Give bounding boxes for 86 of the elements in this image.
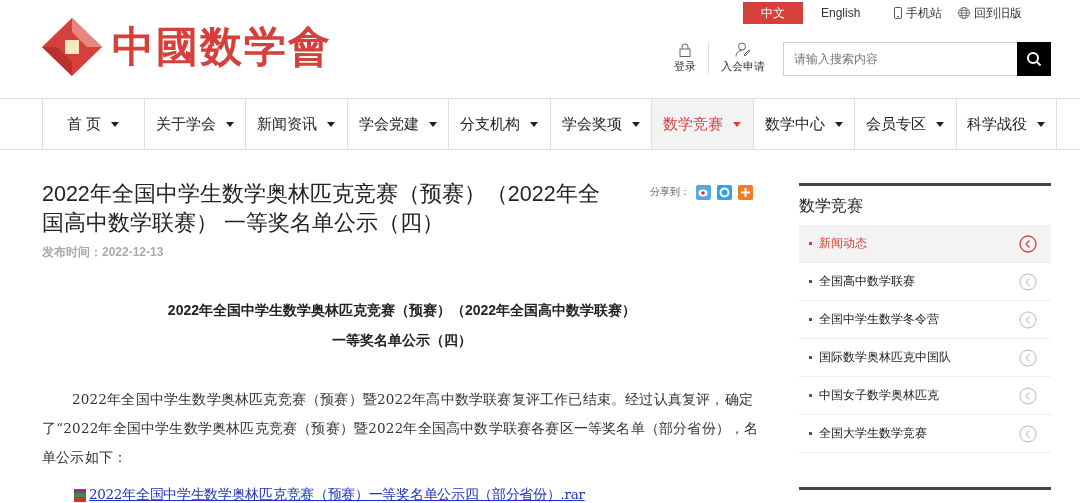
bullet-icon [809,394,812,397]
sidebar-item[interactable]: 全国大学生数学竞赛 [799,415,1051,453]
nav-tab[interactable]: 分支机构 [448,99,550,149]
language-tab[interactable]: 中文 [743,2,803,24]
sidebar-item[interactable]: 全国高中数学联赛 [799,263,1051,301]
top-link[interactable]: 手机站 [894,4,943,22]
search-button[interactable] [1017,42,1051,76]
ring-icon [719,186,730,198]
arrow-circle-icon [1019,424,1037,443]
share-button[interactable] [717,184,732,200]
arrow-circle-icon [1019,272,1037,291]
bullet-icon [809,432,812,435]
sidebar-item[interactable]: 国际数学奥林匹克中国队 [799,339,1051,377]
link-label: 入会申请 [721,59,765,74]
caret-icon [733,121,742,127]
nav-label: 科学战役 [967,114,1028,134]
caret-icon [225,121,234,127]
link-label: 手机站 [906,4,943,22]
nav-tab[interactable]: 学会党建 [346,99,448,149]
plus-icon [741,187,750,197]
user-link[interactable]: 登录 [662,42,708,74]
arrow-circle-icon [1019,234,1037,253]
nav-tab[interactable]: 会员专区 [854,99,956,149]
sidebar-label: 全国大学生数学竞赛 [819,425,928,442]
top-link[interactable]: 回到旧版 [958,4,1023,22]
caret-icon [1037,121,1046,127]
article-paragraph: 2022年全国中学生数学奥林匹克竞赛（预赛）暨2022年高中数学联赛复评工作已结束。经过认真复评，确定了“2022年全国中学生数学奥林匹克竞赛（预赛）暨2022年全国高中数学联赛各赛区一等奖名单（部分省份），名单公示如下： [42,390,760,467]
lock-icon [679,42,691,57]
article-heading: 一等奖名单公示（四） [332,331,472,350]
nav-label: 新闻资讯 [257,114,318,134]
arrow-circle-icon [1019,310,1037,329]
article-heading: 2022年全国中学生数学奥林匹克竞赛（预赛）（2022年全国高中数学联赛） [167,301,637,320]
caret-icon [530,121,539,127]
nav-label: 数学竞赛 [663,114,724,134]
person-icon [735,42,751,57]
nav-label: 分支机构 [460,114,521,134]
nav-label: 数学中心 [764,114,825,134]
sidebar-item[interactable]: 中国女子数学奥林匹克 [799,377,1051,415]
sidebar-label: 全国中学生数学冬令营 [819,311,940,328]
nav-tab[interactable]: 数学中心 [752,99,854,149]
bullet-icon [809,280,812,283]
arrow-circle-icon [1019,348,1037,367]
bullet-icon [809,318,812,321]
logo-diamond-icon [42,18,102,76]
arrow-circle-icon [1019,386,1037,405]
caret-icon [327,121,336,127]
sidebar-label: 全国高中数学联赛 [819,273,916,290]
attachment-link[interactable]: 2022年全国中学生数学奥林匹克竞赛（预赛）一等奖名单公示四（部分省份）.rar [89,486,585,503]
link-label: 回到旧版 [974,4,1023,22]
nav-label: 关于学会 [155,114,216,134]
sidebar-label: 国际数学奥林匹克中国队 [819,349,952,366]
nav-tab[interactable]: 新闻资讯 [245,99,347,149]
nav-tab[interactable]: 数学竞赛 [651,99,753,149]
caret-icon [428,121,437,127]
logo-text: 中國数学會 [112,21,332,73]
sidebar-label: 中国女子数学奥林匹克 [819,387,940,404]
more-share-button[interactable] [738,184,753,200]
nav-label: 首 页 [67,114,102,134]
caret-icon [111,121,120,127]
nav-tab[interactable]: 首 页 [42,99,144,149]
bullet-icon [809,356,812,359]
nav-label: 学会党建 [358,114,419,134]
sidebar-item[interactable]: 全国中学生数学冬令营 [799,301,1051,339]
search-icon [1026,51,1042,67]
link-label: 登录 [674,58,696,74]
nav-tab[interactable]: 科学战役 [955,99,1057,149]
nav-label: 学会奖项 [561,114,622,134]
sidebar-label: 新闻动态 [819,235,868,252]
sidebar-item[interactable]: 新闻动态 [799,225,1051,263]
globe-icon [958,7,971,19]
caret-icon [834,121,843,127]
share-label: 分享到： [650,185,690,199]
publish-date: 发布时间：2022-12-13 [42,244,165,261]
search-field[interactable]: 请输入搜索内容 [783,42,1017,76]
nav-tab[interactable]: 关于学会 [143,99,245,149]
archive-file-icon [74,488,86,502]
user-link[interactable]: 入会申请 [708,42,777,74]
bullet-icon [809,242,812,245]
eye-icon [698,187,709,197]
article-title: 2022年全国中学生数学奥林匹克竞赛（预赛）（2022年全国高中数学联赛） 一等奖名单公示（四） [42,181,601,237]
caret-icon [631,121,640,127]
language-tab[interactable]: English [803,2,879,24]
nav-label: 会员专区 [866,114,927,134]
caret-icon [936,121,945,127]
weibo-share-button[interactable] [696,184,711,200]
phone-icon [894,7,903,19]
